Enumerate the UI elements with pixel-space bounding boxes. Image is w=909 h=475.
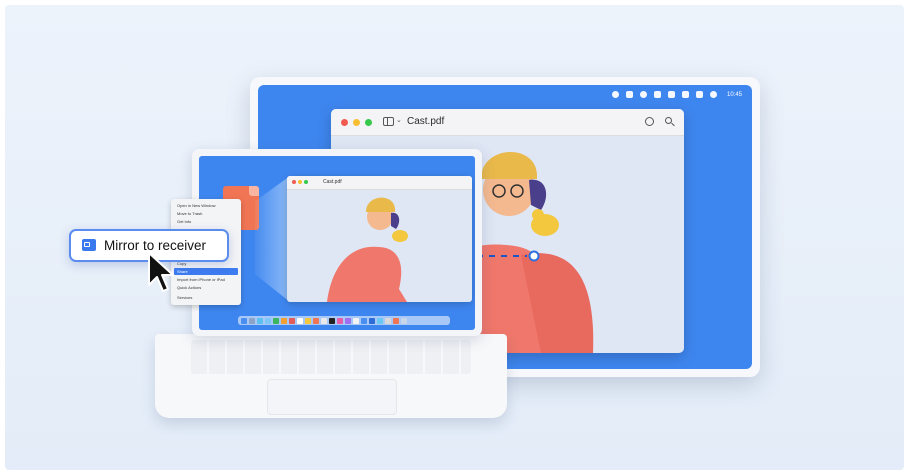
dock-app[interactable] [289,317,295,324]
zoom-button[interactable] [365,119,372,126]
search-icon[interactable] [665,117,672,124]
dock-app[interactable] [385,317,391,324]
dock-app[interactable] [393,317,399,324]
user-icon[interactable] [653,91,661,98]
dock-app[interactable] [257,317,263,324]
window-title: Cast.pdf [323,179,342,185]
status-icon[interactable] [611,91,619,98]
dock-app[interactable] [361,317,367,324]
dock-app[interactable] [241,317,247,324]
volume-icon[interactable] [625,91,633,98]
wifi-icon[interactable] [709,91,717,98]
dock [238,316,450,325]
dock-app[interactable] [369,317,375,324]
dock-app[interactable] [305,317,311,324]
window-titlebar: Cast.pdf [287,176,472,190]
dock-app[interactable] [273,317,279,324]
dock-app[interactable] [249,317,255,324]
menu-item[interactable]: Get Info [177,219,191,224]
dock-app[interactable] [345,317,351,324]
window-titlebar: ⌄ Cast.pdf [331,109,684,136]
dock-app[interactable] [353,317,359,324]
window-title: Cast.pdf [407,116,445,127]
dock-app[interactable] [377,317,383,324]
menu-item-share[interactable]: Share [177,269,188,274]
dock-app[interactable] [281,317,287,324]
dock-app[interactable] [313,317,319,324]
close-button[interactable] [341,119,348,126]
dock-app[interactable] [401,317,407,324]
files-icon[interactable] [681,91,689,98]
chevron-down-icon[interactable]: ⌄ [396,116,402,124]
dock-app[interactable] [329,317,335,324]
dock-app[interactable] [337,317,343,324]
menu-bar: 10:45 [611,91,742,98]
character-illustration [327,197,408,302]
pdf-window-laptop: Cast.pdf [287,176,472,302]
network-icon[interactable] [695,91,703,98]
laptop-base [155,334,507,418]
display-icon[interactable] [639,91,647,98]
cast-beam [255,176,290,302]
dock-app[interactable] [321,317,327,324]
trackpad [267,379,397,415]
zoom-button[interactable] [304,180,308,184]
dock-app[interactable] [265,317,271,324]
close-button[interactable] [292,180,296,184]
scene: 10:45 ⌄ Cast.pdf Cast.pdf Open in New Wi… [5,5,904,470]
clock: 10:45 [726,91,742,98]
cursor-arrow-icon [148,252,174,292]
menu-item[interactable]: Open in New Window [177,203,215,208]
minimize-button[interactable] [298,180,302,184]
menu-item[interactable]: Import from iPhone or iPad [177,277,225,282]
person-circle-icon[interactable] [645,117,654,126]
keyboard [191,340,471,374]
menu-item[interactable]: Quick Actions [177,285,201,290]
menu-item[interactable]: Services [177,295,192,300]
menu-item[interactable]: Move to Trash [177,211,202,216]
bluetooth-icon[interactable] [667,91,675,98]
sidebar-toggle-icon[interactable] [383,117,394,126]
dock-app[interactable] [297,317,303,324]
cast-icon [82,239,96,251]
minimize-button[interactable] [353,119,360,126]
